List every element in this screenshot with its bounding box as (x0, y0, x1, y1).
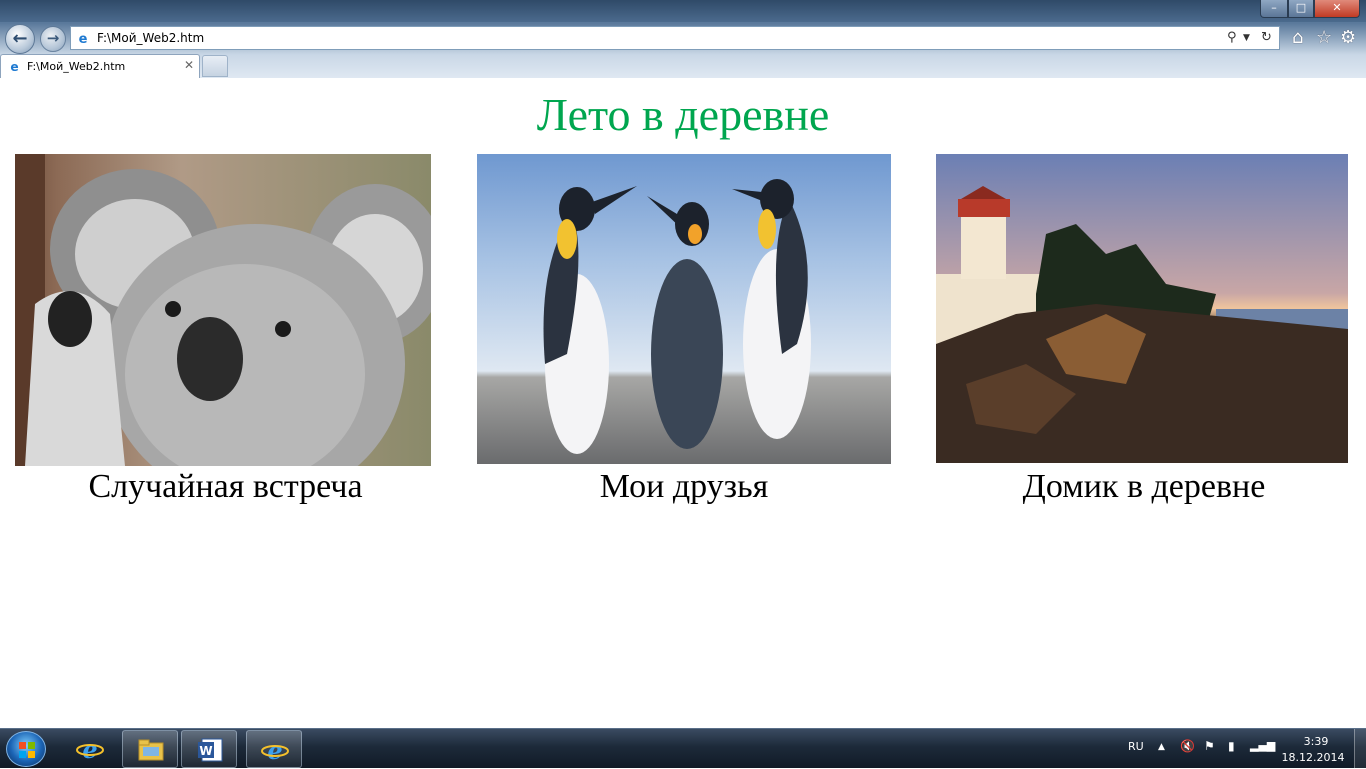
address-text[interactable]: F:\Мой_Web2.htm (97, 31, 204, 45)
taskbar-microsoft-word[interactable]: W (181, 730, 237, 768)
taskbar-internet-explorer-active[interactable]: e (246, 730, 302, 768)
close-tab-icon[interactable]: ✕ (184, 58, 194, 72)
clock-date[interactable]: 18.12.2014 (1280, 751, 1346, 764)
page-title: Лето в деревне (536, 89, 830, 140)
language-indicator[interactable]: RU (1128, 740, 1144, 753)
svg-text:e: e (10, 60, 18, 74)
favorites-star-icon[interactable]: ☆ (1316, 27, 1332, 48)
tab-active[interactable]: e F:\Мой_Web2.htm ✕ (0, 54, 200, 78)
minimize-button[interactable]: – (1260, 0, 1288, 18)
forward-button[interactable]: → (40, 26, 66, 52)
koala-photo (15, 154, 431, 466)
title-bar (0, 0, 1366, 22)
back-arrow-icon: ← (12, 28, 28, 49)
svg-text:e: e (82, 736, 97, 762)
volume-muted-icon[interactable]: 🔇 (1180, 739, 1195, 753)
caption-penguins: Мои друзья (599, 468, 769, 505)
word-icon: W (198, 738, 223, 762)
svg-text:e: e (267, 737, 282, 763)
close-window-button[interactable]: ✕ (1314, 0, 1360, 18)
home-icon[interactable]: ⌂ (1292, 27, 1303, 48)
back-button[interactable]: ← (5, 24, 35, 54)
dropdown-icon[interactable]: ▼ (1243, 33, 1250, 43)
power-icon[interactable]: ▮ (1228, 739, 1235, 753)
tab-strip: e F:\Мой_Web2.htm ✕ (0, 53, 1366, 78)
network-signal-icon[interactable]: ▂▄▆ (1250, 739, 1275, 752)
ie-page-icon: e (76, 31, 90, 46)
start-button[interactable] (6, 731, 46, 767)
show-hidden-icons-icon[interactable]: ▲ (1158, 742, 1165, 752)
forward-arrow-icon: → (46, 29, 60, 47)
internet-explorer-icon: e (261, 737, 289, 763)
lighthouse-photo (936, 154, 1348, 463)
web-page: Лето в деревне Случайная встреча Мои дру… (0, 78, 1366, 728)
folder-icon (138, 739, 164, 761)
windows-logo-icon (19, 742, 35, 758)
show-desktop-button[interactable] (1354, 729, 1366, 769)
caption-koala: Случайная встреча (88, 468, 363, 505)
svg-text:e: e (79, 32, 88, 46)
new-tab-button[interactable] (202, 55, 228, 77)
internet-explorer-icon: e (76, 736, 104, 762)
action-center-flag-icon[interactable]: ⚑ (1204, 739, 1215, 753)
caption-lighthouse: Домик в деревне (1022, 468, 1266, 505)
taskbar-internet-explorer[interactable]: e (62, 730, 118, 768)
refresh-icon[interactable]: ↻ (1261, 30, 1272, 45)
taskbar: e W e RU ▲ 🔇 ⚑ ▮ ▂▄▆ 3:39 18.12.2014 (0, 728, 1366, 769)
tab-label: F:\Мой_Web2.htm (27, 60, 126, 73)
ie-page-icon: e (10, 60, 18, 74)
search-icon[interactable]: ⚲ (1227, 30, 1237, 45)
clock-time[interactable]: 3:39 (1286, 735, 1346, 748)
address-bar[interactable]: e F:\Мой_Web2.htm ⚲ ▼ ↻ (70, 26, 1280, 50)
gear-icon[interactable]: ⚙ (1340, 27, 1356, 48)
taskbar-windows-explorer[interactable] (122, 730, 178, 768)
svg-text:W: W (199, 744, 212, 758)
penguins-photo (477, 154, 891, 464)
maximize-button[interactable]: □ (1288, 0, 1314, 18)
browser-chrome: – □ ✕ ← → e F:\Мой_Web2.htm ⚲ ▼ ↻ ⌂ ☆ ⚙ … (0, 0, 1366, 78)
